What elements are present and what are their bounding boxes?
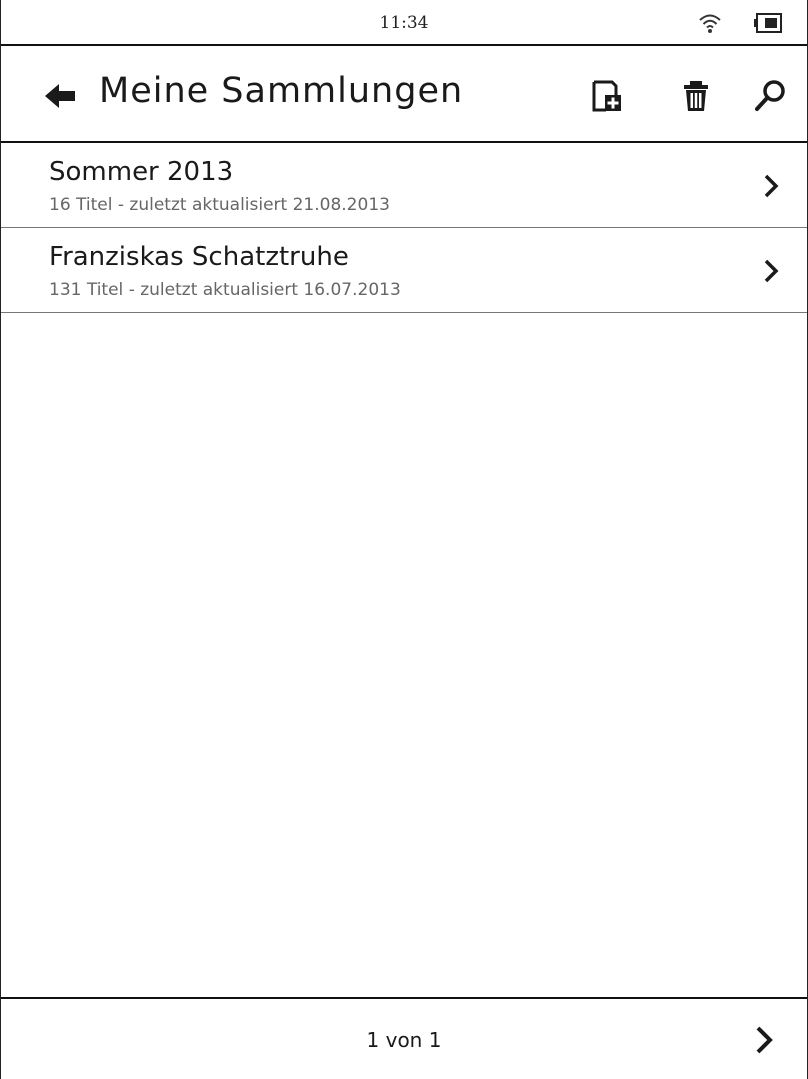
battery-icon [754, 13, 782, 33]
search-icon[interactable] [751, 76, 791, 116]
collection-subtitle: 131 Titel - zuletzt aktualisiert 16.07.2… [49, 280, 401, 300]
back-arrow-icon[interactable] [41, 76, 81, 116]
page-title: Meine Sammlungen [99, 71, 464, 111]
trash-icon[interactable] [676, 76, 716, 116]
list-item-collection[interactable]: Franziskas Schatztruhe 131 Titel - zulet… [1, 228, 807, 313]
page-indicator: 1 von 1 [366, 1028, 442, 1052]
status-bar: 11:34 [1, 0, 807, 46]
list-item-collection[interactable]: Sommer 2013 16 Titel - zuletzt aktualisi… [1, 143, 807, 228]
collection-title: Franziskas Schatztruhe [49, 242, 349, 272]
title-bar: Meine Sammlungen [1, 46, 807, 143]
collection-title: Sommer 2013 [49, 157, 234, 187]
screen: 11:34 Meine Sammlungen Sommer 2013 16 Ti… [0, 0, 808, 1079]
chevron-right-icon[interactable] [755, 1025, 773, 1055]
clock: 11:34 [379, 13, 429, 33]
wifi-icon [699, 14, 721, 33]
chevron-right-icon [764, 174, 779, 198]
pagination-bar: 1 von 1 [1, 997, 807, 1079]
collection-subtitle: 16 Titel - zuletzt aktualisiert 21.08.20… [49, 195, 390, 215]
add-collection-icon[interactable] [586, 76, 626, 116]
chevron-right-icon [764, 259, 779, 283]
